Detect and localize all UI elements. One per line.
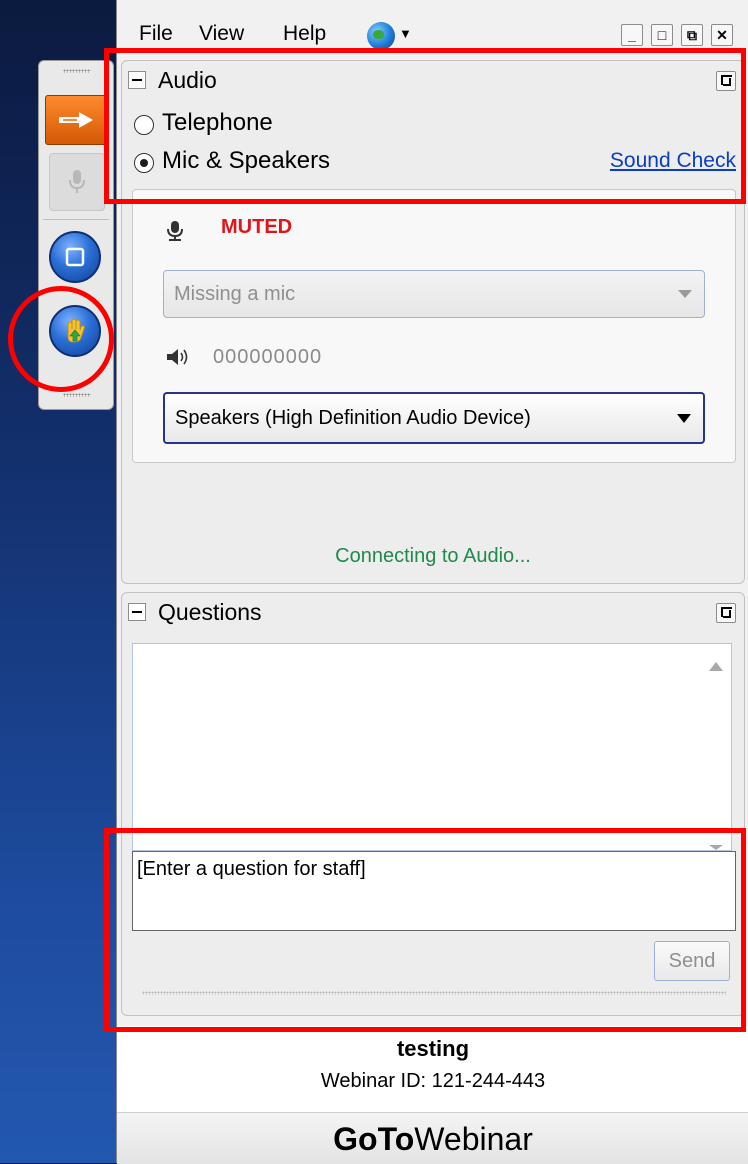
maximize-button[interactable]: □ xyxy=(651,24,673,46)
audio-settings-box: MUTED Missing a mic 000000000 Speakers (… xyxy=(132,189,736,463)
chevron-down-icon xyxy=(678,290,692,298)
collapse-panel-button[interactable] xyxy=(45,95,109,145)
speaker-select[interactable]: Speakers (High Definition Audio Device) xyxy=(163,392,705,444)
menu-help[interactable]: Help xyxy=(283,22,326,46)
minimize-button[interactable]: _ xyxy=(621,24,643,46)
microphone-select-value: Missing a mic xyxy=(174,282,296,305)
highlight-question-input xyxy=(104,828,746,1032)
menu-view[interactable]: View xyxy=(199,22,244,46)
microphone-select[interactable]: Missing a mic xyxy=(163,270,705,318)
toolbar-grip-top[interactable] xyxy=(63,69,91,73)
webinar-id: Webinar ID: 121-244-443 xyxy=(320,1070,546,1092)
webinar-title: testing xyxy=(396,1036,470,1061)
globe-icon[interactable] xyxy=(367,22,395,50)
audio-connection-status: Connecting to Audio... xyxy=(335,545,531,567)
close-button[interactable]: ✕ xyxy=(711,24,733,46)
questions-collapse-button[interactable] xyxy=(128,603,146,621)
questions-panel-header: Questions xyxy=(122,593,744,631)
screen-icon xyxy=(65,247,85,267)
chevron-down-icon xyxy=(677,414,691,423)
arrow-right-icon xyxy=(59,112,93,128)
questions-log[interactable] xyxy=(132,643,732,851)
brand-bar: GoToWebinar xyxy=(117,1112,748,1164)
questions-panel-title: Questions xyxy=(158,599,262,625)
webinar-footer: testing Webinar ID: 121-244-443 GoToWebi… xyxy=(117,1026,748,1164)
speaker-level-meter: 000000000 xyxy=(213,346,323,368)
speaker-select-value: Speakers (High Definition Audio Device) xyxy=(175,406,531,429)
restore-button[interactable]: ⧉ xyxy=(681,24,703,46)
gotowebinar-logo: GoToWebinar xyxy=(333,1121,533,1157)
speaker-icon xyxy=(167,349,188,365)
chevron-down-icon[interactable]: ▼ xyxy=(399,26,412,41)
screen-viewer-button[interactable] xyxy=(49,231,101,283)
highlight-audio-options xyxy=(104,48,746,204)
mic-muted-status: MUTED xyxy=(221,216,293,238)
microphone-icon xyxy=(69,170,85,193)
highlight-raise-hand xyxy=(8,286,114,392)
mic-toggle-button[interactable] xyxy=(49,153,105,211)
questions-popout-icon[interactable] xyxy=(716,603,736,623)
scroll-up-icon[interactable] xyxy=(709,662,723,671)
menu-file[interactable]: File xyxy=(139,22,173,46)
toolbar-divider xyxy=(43,219,109,220)
microphone-icon xyxy=(167,221,183,241)
toolbar-grip-bottom[interactable] xyxy=(63,393,91,397)
